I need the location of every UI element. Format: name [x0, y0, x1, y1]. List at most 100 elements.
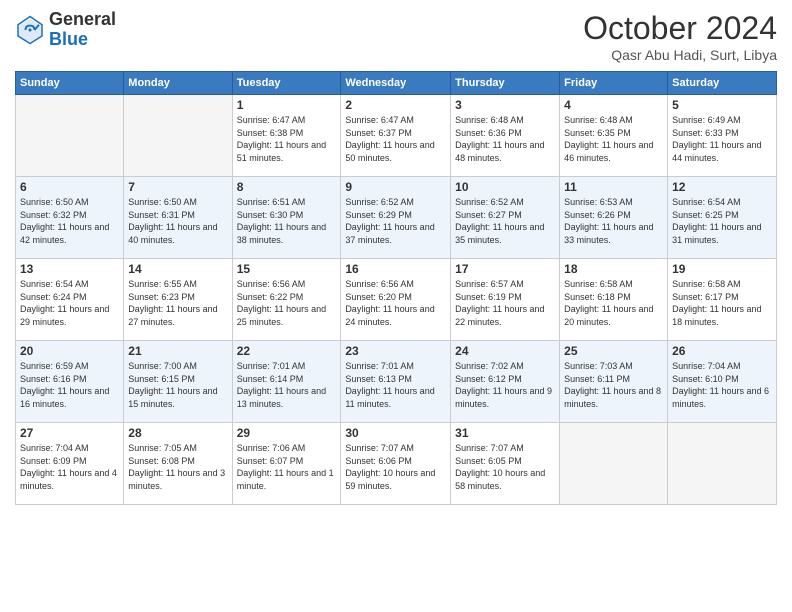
calendar-cell: 22 Sunrise: 7:01 AMSunset: 6:14 PMDayligh…: [232, 341, 341, 423]
calendar-cell: 11Sunrise: 6:53 AMSunset: 6:26 PMDayligh…: [560, 177, 668, 259]
calendar-cell: 30Sunrise: 7:07 AMSunset: 6:06 PMDayligh…: [341, 423, 451, 505]
day-number: 6: [20, 180, 119, 194]
weekday-header-thursday: Thursday: [451, 72, 560, 95]
day-number: 13: [20, 262, 119, 276]
day-info: Sunrise: 6:47 AMSunset: 6:37 PMDaylight:…: [345, 114, 446, 164]
calendar-cell: 21 Sunrise: 7:00 AMSunset: 6:15 PMDayligh…: [124, 341, 232, 423]
month-title: October 2024: [583, 10, 777, 47]
calendar-week-row: 20Sunrise: 6:59 AMSunset: 6:16 PMDayligh…: [16, 341, 777, 423]
calendar-table: SundayMondayTuesdayWednesdayThursdayFrid…: [15, 71, 777, 505]
calendar-cell: 12 Sunrise: 6:54 AMSunset: 6:25 PMDayligh…: [668, 177, 777, 259]
day-info: Sunrise: 6:52 AMSunset: 6:29 PMDaylight:…: [345, 196, 446, 246]
calendar-cell: 4Sunrise: 6:48 AMSunset: 6:35 PMDaylight…: [560, 95, 668, 177]
day-number: 19: [672, 262, 772, 276]
calendar-cell: 17 Sunrise: 6:57 AMSunset: 6:19 PMDayligh…: [451, 259, 560, 341]
day-info: Sunrise: 6:51 AMSunset: 6:30 PMDaylight:…: [237, 196, 337, 246]
header: General Blue October 2024 Qasr Abu Hadi,…: [15, 10, 777, 63]
day-info: Sunrise: 6:47 AMSunset: 6:38 PMDaylight:…: [237, 114, 337, 164]
day-info: Sunrise: 7:03 AMSunset: 6:11 PMDaylight:…: [564, 360, 663, 410]
calendar-cell: 16 Sunrise: 6:56 AMSunset: 6:20 PMDayligh…: [341, 259, 451, 341]
calendar-cell: 25 Sunrise: 7:03 AMSunset: 6:11 PMDayligh…: [560, 341, 668, 423]
day-number: 21: [128, 344, 227, 358]
day-number: 4: [564, 98, 663, 112]
calendar-cell: 23 Sunrise: 7:01 AMSunset: 6:13 PMDayligh…: [341, 341, 451, 423]
logo-icon: [15, 15, 45, 45]
location: Qasr Abu Hadi, Surt, Libya: [583, 47, 777, 63]
day-info: Sunrise: 6:52 AMSunset: 6:27 PMDaylight:…: [455, 196, 555, 246]
day-number: 29: [237, 426, 337, 440]
calendar-cell: 13Sunrise: 6:54 AMSunset: 6:24 PMDayligh…: [16, 259, 124, 341]
day-number: 26: [672, 344, 772, 358]
calendar-cell: 19 Sunrise: 6:58 AMSunset: 6:17 PMDayligh…: [668, 259, 777, 341]
weekday-header-tuesday: Tuesday: [232, 72, 341, 95]
day-info: Sunrise: 7:00 AMSunset: 6:15 PMDaylight:…: [128, 360, 227, 410]
calendar-cell: [16, 95, 124, 177]
day-info: Sunrise: 6:50 AMSunset: 6:31 PMDaylight:…: [128, 196, 227, 246]
day-number: 12: [672, 180, 772, 194]
day-info: Sunrise: 6:58 AMSunset: 6:17 PMDaylight:…: [672, 278, 772, 328]
day-number: 5: [672, 98, 772, 112]
day-number: 10: [455, 180, 555, 194]
day-number: 3: [455, 98, 555, 112]
logo-text: General Blue: [49, 10, 116, 50]
day-number: 30: [345, 426, 446, 440]
day-info: Sunrise: 7:07 AMSunset: 6:05 PMDaylight:…: [455, 442, 555, 492]
day-number: 23: [345, 344, 446, 358]
day-info: Sunrise: 6:48 AMSunset: 6:36 PMDaylight:…: [455, 114, 555, 164]
calendar-cell: 15 Sunrise: 6:56 AMSunset: 6:22 PMDayligh…: [232, 259, 341, 341]
calendar-cell: 7 Sunrise: 6:50 AMSunset: 6:31 PMDaylight…: [124, 177, 232, 259]
day-number: 22: [237, 344, 337, 358]
weekday-header-row: SundayMondayTuesdayWednesdayThursdayFrid…: [16, 72, 777, 95]
calendar-cell: 20Sunrise: 6:59 AMSunset: 6:16 PMDayligh…: [16, 341, 124, 423]
day-info: Sunrise: 6:49 AMSunset: 6:33 PMDaylight:…: [672, 114, 772, 164]
day-number: 27: [20, 426, 119, 440]
day-info: Sunrise: 6:58 AMSunset: 6:18 PMDaylight:…: [564, 278, 663, 328]
weekday-header-sunday: Sunday: [16, 72, 124, 95]
calendar-cell: 2 Sunrise: 6:47 AMSunset: 6:37 PMDaylight…: [341, 95, 451, 177]
day-number: 11: [564, 180, 663, 194]
calendar-cell: 14 Sunrise: 6:55 AMSunset: 6:23 PMDayligh…: [124, 259, 232, 341]
page: General Blue October 2024 Qasr Abu Hadi,…: [0, 0, 792, 612]
calendar-cell: 3 Sunrise: 6:48 AMSunset: 6:36 PMDaylight…: [451, 95, 560, 177]
day-info: Sunrise: 6:55 AMSunset: 6:23 PMDaylight:…: [128, 278, 227, 328]
day-number: 16: [345, 262, 446, 276]
calendar-cell: [124, 95, 232, 177]
calendar-cell: 6 Sunrise: 6:50 AMSunset: 6:32 PMDaylight…: [16, 177, 124, 259]
day-info: Sunrise: 7:04 AMSunset: 6:10 PMDaylight:…: [672, 360, 772, 410]
day-number: 2: [345, 98, 446, 112]
calendar-cell: 18 Sunrise: 6:58 AMSunset: 6:18 PMDayligh…: [560, 259, 668, 341]
day-number: 25: [564, 344, 663, 358]
day-info: Sunrise: 7:04 AMSunset: 6:09 PMDaylight:…: [20, 442, 119, 492]
weekday-header-friday: Friday: [560, 72, 668, 95]
calendar-cell: [668, 423, 777, 505]
calendar-cell: 27 Sunrise: 7:04 AMSunset: 6:09 PMDayligh…: [16, 423, 124, 505]
day-info: Sunrise: 6:56 AMSunset: 6:22 PMDaylight:…: [237, 278, 337, 328]
day-number: 9: [345, 180, 446, 194]
weekday-header-monday: Monday: [124, 72, 232, 95]
calendar-week-row: 6 Sunrise: 6:50 AMSunset: 6:32 PMDaylight…: [16, 177, 777, 259]
day-number: 1: [237, 98, 337, 112]
day-info: Sunrise: 6:56 AMSunset: 6:20 PMDaylight:…: [345, 278, 446, 328]
day-info: Sunrise: 6:50 AMSunset: 6:32 PMDaylight:…: [20, 196, 119, 246]
day-number: 14: [128, 262, 227, 276]
day-number: 7: [128, 180, 227, 194]
calendar-cell: 29Sunrise: 7:06 AMSunset: 6:07 PMDayligh…: [232, 423, 341, 505]
day-info: Sunrise: 7:01 AMSunset: 6:14 PMDaylight:…: [237, 360, 337, 410]
day-info: Sunrise: 7:01 AMSunset: 6:13 PMDaylight:…: [345, 360, 446, 410]
day-number: 8: [237, 180, 337, 194]
day-number: 17: [455, 262, 555, 276]
calendar-cell: 31Sunrise: 7:07 AMSunset: 6:05 PMDayligh…: [451, 423, 560, 505]
day-info: Sunrise: 6:57 AMSunset: 6:19 PMDaylight:…: [455, 278, 555, 328]
weekday-header-saturday: Saturday: [668, 72, 777, 95]
calendar-week-row: 1 Sunrise: 6:47 AMSunset: 6:38 PMDaylight…: [16, 95, 777, 177]
day-number: 18: [564, 262, 663, 276]
day-number: 28: [128, 426, 227, 440]
day-number: 15: [237, 262, 337, 276]
calendar-cell: 26 Sunrise: 7:04 AMSunset: 6:10 PMDayligh…: [668, 341, 777, 423]
calendar-cell: 8 Sunrise: 6:51 AMSunset: 6:30 PMDaylight…: [232, 177, 341, 259]
day-info: Sunrise: 7:02 AMSunset: 6:12 PMDaylight:…: [455, 360, 555, 410]
day-info: Sunrise: 6:54 AMSunset: 6:25 PMDaylight:…: [672, 196, 772, 246]
title-block: October 2024 Qasr Abu Hadi, Surt, Libya: [583, 10, 777, 63]
day-info: Sunrise: 6:59 AMSunset: 6:16 PMDaylight:…: [20, 360, 119, 410]
calendar-week-row: 13Sunrise: 6:54 AMSunset: 6:24 PMDayligh…: [16, 259, 777, 341]
